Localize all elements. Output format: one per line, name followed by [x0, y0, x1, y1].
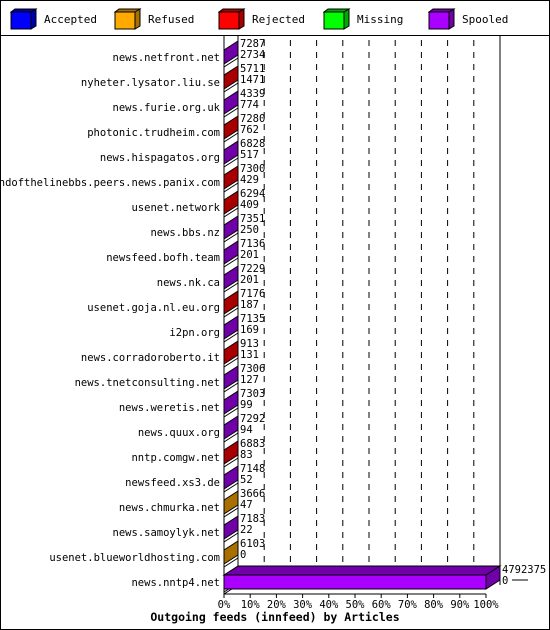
bar-depth-face: [223, 365, 239, 390]
value-label-bottom: 762: [240, 124, 259, 136]
bar-depth-face: [223, 540, 239, 565]
legend-item-refused: Refused: [114, 8, 194, 30]
bar-depth-face: [223, 490, 239, 515]
category-label: news.nk.ca: [157, 277, 220, 289]
bar-depth-face: [223, 190, 239, 215]
bar-depth-face: [223, 265, 239, 290]
bar-depth-face: [223, 390, 239, 415]
bar-depth-face: [223, 240, 239, 265]
category-label: news.quux.org: [138, 427, 220, 439]
legend-item-missing: Missing: [323, 8, 403, 30]
bar-depth-face: [223, 215, 239, 240]
value-label-bottom: 47: [240, 499, 253, 511]
x-tick-label: 70%: [398, 599, 418, 611]
legend-swatch-rejected: [218, 8, 246, 30]
category-label: nyheter.lysator.liu.se: [81, 77, 220, 89]
bar-chart: news.netfront.net72872734nyheter.lysator…: [0, 36, 546, 624]
value-label-bottom: 250: [240, 224, 259, 236]
x-tick-label: 80%: [424, 599, 444, 611]
x-tick-label: 100%: [473, 599, 499, 611]
bar-depth-face: [223, 440, 239, 465]
value-label-bottom: 517: [240, 149, 259, 161]
value-label-bottom: 429: [240, 174, 259, 186]
value-label-bottom: 94: [240, 424, 253, 436]
value-label-bottom: 409: [240, 199, 259, 211]
value-label-bottom: 187: [240, 299, 259, 311]
chart-title: Outgoing feeds (innfeed) by Articles: [150, 610, 399, 624]
bar-depth-face: [223, 90, 239, 115]
legend-label: Accepted: [44, 12, 97, 26]
value-label-top: 4792375: [502, 564, 546, 576]
bar-depth-face: [223, 40, 239, 65]
legend-label: Rejected: [252, 12, 305, 26]
bar-depth-face: [223, 165, 239, 190]
value-label-bottom: 169: [240, 324, 259, 336]
category-label: news.corradoroberto.it: [81, 352, 220, 364]
category-label: news.furie.org.uk: [113, 102, 221, 114]
bar-depth-face: [223, 515, 239, 540]
legend-label: Refused: [148, 12, 195, 26]
value-label-bottom: 0: [240, 549, 246, 561]
legend-swatch-missing: [323, 8, 351, 30]
category-label: news.nntp4.net: [131, 577, 220, 589]
bar-depth-face: [223, 315, 239, 340]
category-label: nntp.comgw.net: [131, 452, 220, 464]
value-label-bottom: 99: [240, 399, 253, 411]
category-label: news.samoylyk.net: [113, 527, 220, 539]
value-label-bottom: 52: [240, 474, 253, 486]
value-label-bottom: 201: [240, 274, 259, 286]
category-label: newsfeed.bofh.team: [106, 252, 220, 264]
value-label-bottom: 0: [502, 575, 508, 587]
value-label-bottom: 2734: [240, 49, 265, 61]
bar-depth-face: [223, 415, 239, 440]
value-label-bottom: 131: [240, 349, 259, 361]
bar-depth-face: [223, 65, 239, 90]
category-label: news.hispagatos.org: [100, 152, 220, 164]
x-tick-label: 90%: [450, 599, 470, 611]
value-label-bottom: 774: [240, 99, 259, 111]
legend-label: Missing: [357, 12, 404, 26]
value-label-bottom: 1471: [240, 74, 265, 86]
legend-label: Spooled: [462, 12, 509, 26]
category-label: usenet.network: [131, 202, 220, 214]
value-label-bottom: 201: [240, 249, 259, 261]
bar-depth-face: [223, 290, 239, 315]
legend-item-rejected: Rejected: [218, 8, 305, 30]
bar-depth-face: [223, 115, 239, 140]
category-label: endofthelinebbs.peers.news.panix.com: [0, 177, 220, 189]
category-label: usenet.blueworldhosting.com: [49, 552, 220, 564]
bar-depth-face: [223, 340, 239, 365]
legend: Accepted Refused Rejected Missing Spooled: [0, 0, 550, 36]
bar-front-face: [223, 574, 487, 590]
legend-swatch-refused: [114, 8, 142, 30]
category-label: newsfeed.xs3.de: [125, 477, 220, 489]
legend-item-accepted: Accepted: [10, 8, 97, 30]
category-label: news.chmurka.net: [119, 502, 220, 514]
category-label: news.netfront.net: [113, 52, 220, 64]
legend-swatch-spooled: [428, 8, 456, 30]
value-label-bottom: 83: [240, 449, 253, 461]
bar-depth-face: [223, 140, 239, 165]
category-label: i2pn.org: [169, 327, 220, 339]
bar-depth-face: [223, 465, 239, 490]
value-label-bottom: 22: [240, 524, 253, 536]
category-label: usenet.goja.nl.eu.org: [87, 302, 220, 314]
category-label: news.tnetconsulting.net: [75, 377, 220, 389]
category-label: news.weretis.net: [119, 402, 220, 414]
bar-top-face: [222, 565, 502, 576]
value-label-bottom: 127: [240, 374, 259, 386]
legend-swatch-accepted: [10, 8, 38, 30]
legend-item-spooled: Spooled: [428, 8, 508, 30]
category-label: photonic.trudheim.com: [87, 127, 220, 139]
category-label: news.bbs.nz: [150, 227, 220, 239]
